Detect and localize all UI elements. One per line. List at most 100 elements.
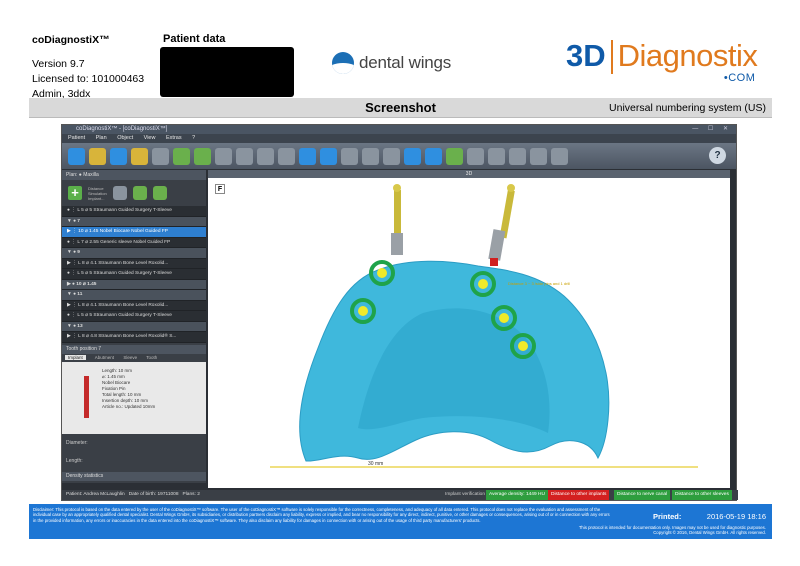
tab-sleeve[interactable]: Sleeve bbox=[123, 355, 137, 360]
dental-wings-mark-icon bbox=[332, 52, 354, 74]
tree-item-row[interactable]: ● ⋮ L 5 ⌀ 5 Straumann Guided Surgery T-S… bbox=[62, 311, 206, 322]
open-folder-icon[interactable] bbox=[89, 147, 106, 165]
tooth-position-label: Tooth position 7 bbox=[62, 344, 206, 354]
cross-icon[interactable] bbox=[152, 186, 167, 200]
implant-detail-text: Length: 10 mm ⌀: 1.45 mm Nobel Biocare Fixa… bbox=[102, 368, 155, 410]
disclaimer-footer: Disclaimer: This protocol is based on th… bbox=[29, 504, 772, 539]
view-orientation-badge[interactable]: F bbox=[215, 184, 225, 194]
object-tree-panel: Plan: ● Maxilla + Distance Simulation Im… bbox=[62, 170, 206, 483]
sleeve-icon[interactable] bbox=[215, 147, 232, 165]
implant-settings-icon[interactable] bbox=[112, 186, 127, 200]
status-bar: Patient: Andrea McLaughlin Date of birth… bbox=[62, 490, 738, 500]
menu-object[interactable]: Object bbox=[117, 135, 133, 141]
patient-name: Andrea McLaughlin bbox=[83, 492, 125, 497]
app-name: coDiagnostiX™ bbox=[32, 34, 110, 46]
nerve-icon[interactable] bbox=[425, 147, 442, 165]
menu-view[interactable]: View bbox=[144, 135, 156, 141]
average-density-badge: Average density: 1449 HU bbox=[486, 490, 548, 500]
tree-item-row[interactable]: ▶ ⋮ 10 ⌀ 1.45 Nobel Biocare Nobel Guided… bbox=[62, 227, 206, 238]
plans-count: 2 bbox=[197, 492, 200, 497]
app-window: coDiagnostiX™ - [coDiagnostiX™] — ☐ ✕ Pa… bbox=[61, 124, 738, 501]
window-controls[interactable]: — ☐ ✕ bbox=[692, 125, 732, 134]
tab-abutment[interactable]: Abutment bbox=[95, 355, 114, 360]
pin-icon[interactable] bbox=[236, 147, 253, 165]
tree-group-row[interactable]: ▼ ● 13 bbox=[62, 321, 206, 332]
tree-group-row[interactable]: ▼ ● 9 bbox=[62, 248, 206, 259]
printed-label: Printed: bbox=[653, 512, 682, 521]
save-icon[interactable] bbox=[152, 147, 169, 165]
software-info: coDiagnostiX™ Version 9.7 Licensed to: 1… bbox=[32, 33, 144, 102]
drill-icon[interactable] bbox=[257, 147, 274, 165]
detail-tabs: Implant Abutment Sleeve Tooth bbox=[62, 353, 206, 362]
check-icon[interactable] bbox=[132, 186, 147, 200]
density-icon[interactable] bbox=[404, 147, 421, 165]
patient-data-label: Patient data bbox=[163, 33, 226, 45]
numbering-system: Universal numbering system (US) bbox=[609, 102, 766, 114]
disclaimer-text: Disclaimer: This protocol is based on th… bbox=[33, 507, 610, 523]
tree-group-row[interactable]: ▶ ● 10 ⌀ 1.45 bbox=[62, 279, 206, 290]
tree-item-row[interactable]: ● ⋮ L 5 ⌀ 5 Straumann Guided Surgery T-S… bbox=[62, 269, 206, 280]
menu-bar: Patient Plan Object View Extras ? bbox=[62, 134, 736, 143]
dental-wings-logo: dental wings bbox=[332, 52, 451, 74]
export-guide-icon[interactable] bbox=[488, 147, 505, 165]
distance-annotation: Distance 3 ~ 3 /side pins and 1 drill bbox=[508, 281, 570, 286]
main-toolbar: ? bbox=[62, 143, 736, 169]
menu-help[interactable]: ? bbox=[192, 135, 195, 141]
density-statistics-label: Density statistics bbox=[62, 471, 206, 481]
menu-plan[interactable]: Plan bbox=[96, 135, 107, 141]
diameter-row[interactable]: Diameter: bbox=[62, 433, 206, 452]
angle-icon[interactable] bbox=[383, 147, 400, 165]
implant-preview bbox=[84, 375, 89, 418]
printed-date: 2016-05-19 18:16 bbox=[706, 512, 766, 521]
guide-icon[interactable] bbox=[278, 147, 295, 165]
teeth-icon[interactable] bbox=[530, 147, 547, 165]
viewport-header: 3D bbox=[208, 170, 730, 178]
3d-diagnostix-logo: 3D Diagnostix •COM bbox=[566, 38, 758, 84]
version: Version 9.7 bbox=[32, 58, 85, 70]
tree-group-row[interactable]: ▼ ● 7 bbox=[62, 216, 206, 227]
zoom-icon[interactable] bbox=[320, 147, 337, 165]
title-bar: Screenshot Universal numbering system (U… bbox=[29, 98, 772, 118]
move-icon[interactable] bbox=[299, 147, 316, 165]
documentation-note: This protocol is intended for documentat… bbox=[578, 525, 766, 536]
tree-group-row[interactable]: ▼ ● 11 bbox=[62, 290, 206, 301]
guide-pin-right bbox=[488, 184, 515, 266]
detail-line: Article no.: Updated 10mm bbox=[102, 403, 156, 409]
tree-item-row[interactable]: ▶ ⋮ L 8 ⌀ 4.8 Straumann Bone Level Roxol… bbox=[62, 332, 206, 343]
tab-implant[interactable]: Implant bbox=[65, 354, 86, 360]
tooth-icon[interactable] bbox=[509, 147, 526, 165]
back-icon[interactable] bbox=[68, 147, 85, 165]
settings-icon[interactable] bbox=[551, 147, 568, 165]
menu-patient[interactable]: Patient bbox=[68, 135, 85, 141]
implant-detail: Length: 10 mm ⌀: 1.45 mm Nobel Biocare Fixa… bbox=[62, 361, 206, 434]
scan-icon[interactable] bbox=[110, 147, 127, 165]
distance-implants-badge: Distance to other implants bbox=[548, 490, 610, 500]
guide-pin-left bbox=[391, 184, 403, 255]
measure-icon[interactable] bbox=[362, 147, 379, 165]
implant-tool-icon[interactable] bbox=[173, 147, 190, 165]
license: Licensed to: 101000463 bbox=[32, 73, 145, 85]
date-of-birth: 19711008 bbox=[157, 492, 179, 497]
plan-selector[interactable]: Plan: ● Maxilla bbox=[62, 170, 206, 180]
export-icon[interactable] bbox=[131, 147, 148, 165]
undo-icon[interactable] bbox=[446, 147, 463, 165]
redo-icon[interactable] bbox=[467, 147, 484, 165]
maxilla-scan-render: 30 mm Distance 3 ~ 3 /side pins and 1 dr… bbox=[270, 184, 698, 468]
distance-canal-badge: Distance to nerve canal bbox=[614, 490, 671, 500]
view-icon[interactable] bbox=[341, 147, 358, 165]
add-icon[interactable]: + bbox=[68, 186, 82, 200]
tree-item-row[interactable]: ▶ ⋮ L 8 ⌀ 4.1 Straumann Bone Level Roxol… bbox=[62, 259, 206, 269]
tree-item-row[interactable]: ▶ ⋮ L 8 ⌀ 4.1 Straumann Bone Level Roxol… bbox=[62, 301, 206, 311]
object-tools: + Distance Simulation Implant... bbox=[62, 180, 206, 206]
tree-item-row[interactable]: ● ⋮ L 5 ⌀ 5 Straumann Guided Surgery T-S… bbox=[62, 206, 206, 217]
tab-tooth[interactable]: Tooth bbox=[146, 355, 157, 360]
screenshot-report-page: coDiagnostiX™ Version 9.7 Licensed to: 1… bbox=[0, 0, 800, 566]
implant-align-icon[interactable] bbox=[194, 147, 211, 165]
tree-item-row[interactable]: ● ⋮ L 7 ⌀ 2.55 Generic sleeve Nobel Guid… bbox=[62, 238, 206, 248]
3d-viewport[interactable]: 3D F 30 mm Distance 3 ~ 3 /side pins and… bbox=[208, 170, 730, 488]
menu-extras[interactable]: Extras bbox=[166, 135, 182, 141]
implant-verification-label: Implant verification bbox=[445, 492, 485, 497]
length-row[interactable]: Length: bbox=[62, 451, 206, 470]
detail-line: Insertion depth: 10 mm bbox=[102, 397, 149, 403]
help-icon[interactable]: ? bbox=[709, 147, 726, 164]
